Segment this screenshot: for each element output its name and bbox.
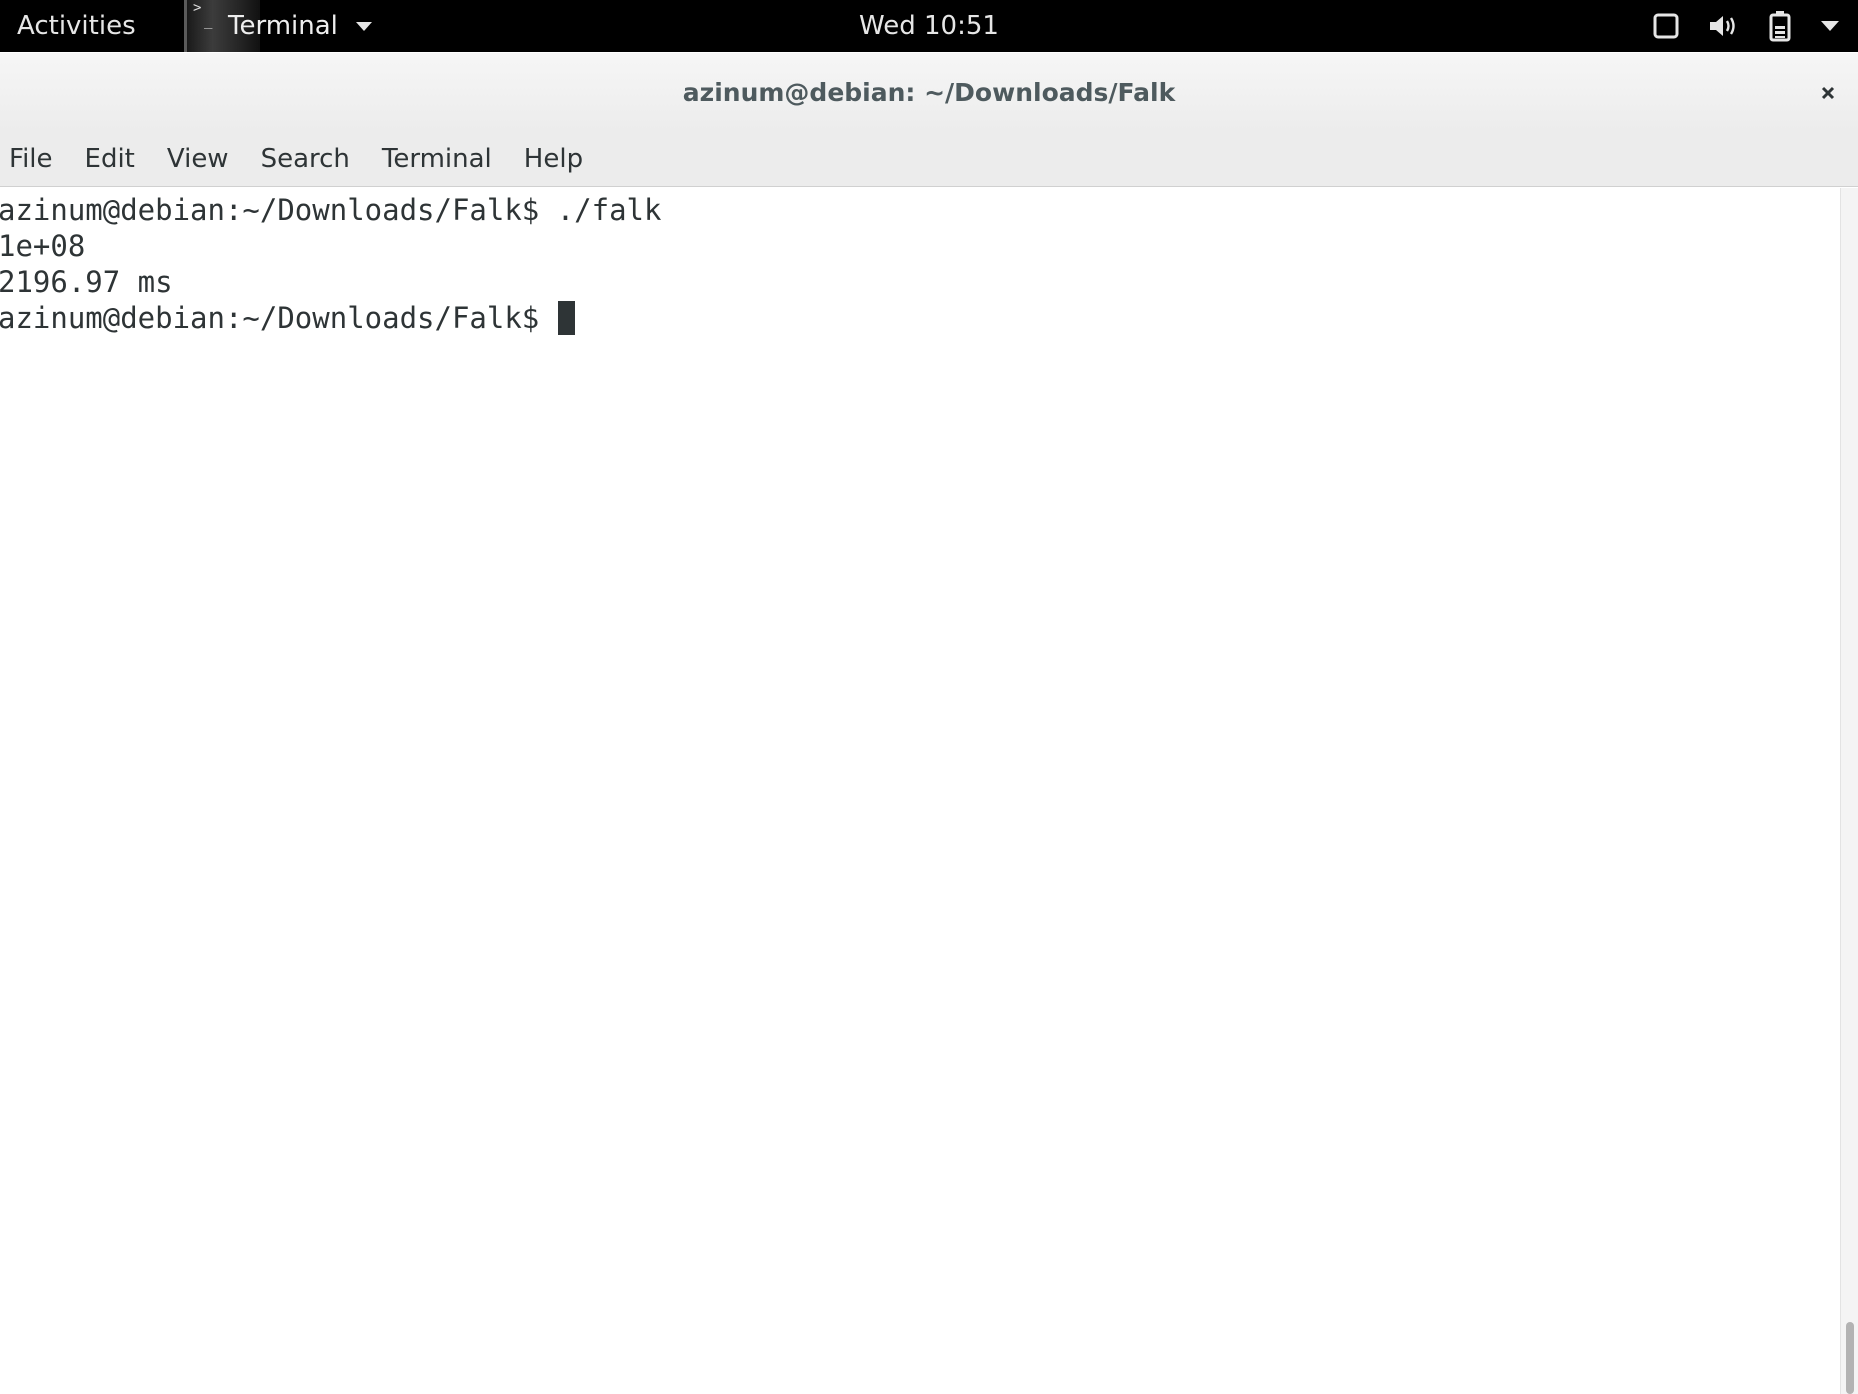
terminal-line: azinum@debian:~/Downloads/Falk$ ./falk — [0, 193, 662, 227]
window-titlebar[interactable]: azinum@debian: ~/Downloads/Falk — [0, 52, 1858, 132]
terminal-prompt: azinum@debian:~/Downloads/Falk$ — [0, 301, 557, 335]
menu-file[interactable]: File — [0, 132, 69, 187]
terminal-prompt-line: azinum@debian:~/Downloads/Falk$ — [0, 300, 575, 336]
terminal-output[interactable]: azinum@debian:~/Downloads/Falk$ ./falk 1… — [0, 188, 1840, 1394]
window-icon[interactable] — [1652, 12, 1680, 40]
chevron-down-icon — [356, 22, 372, 31]
window-title: azinum@debian: ~/Downloads/Falk — [682, 78, 1176, 107]
menu-search[interactable]: Search — [245, 132, 366, 187]
scrollbar-thumb[interactable] — [1846, 1322, 1854, 1394]
menu-help[interactable]: Help — [508, 132, 599, 187]
terminal-line: 2196.97 ms — [0, 265, 173, 299]
terminal-scrollbar[interactable] — [1840, 188, 1858, 1394]
text-cursor — [557, 301, 575, 335]
clock-label[interactable]: Wed 10:51 — [859, 11, 999, 41]
menu-edit[interactable]: Edit — [69, 132, 151, 187]
terminal-line: 1e+08 — [0, 229, 86, 263]
activities-button[interactable]: Activities — [17, 0, 136, 52]
menu-terminal[interactable]: Terminal — [366, 132, 508, 187]
system-menu-caret-icon[interactable] — [1820, 20, 1840, 32]
close-button[interactable] — [1814, 79, 1842, 107]
system-tray[interactable] — [1652, 0, 1840, 52]
close-icon — [1821, 86, 1835, 100]
top-bar: Activities > _ Terminal Wed 10:51 — [0, 0, 1858, 52]
app-menu-button[interactable]: > _ Terminal — [184, 0, 372, 52]
menu-view[interactable]: View — [151, 132, 245, 187]
volume-icon[interactable] — [1708, 12, 1740, 40]
menu-bar: File Edit View Search Terminal Help — [0, 132, 1858, 187]
app-menu-label: Terminal — [228, 11, 338, 41]
battery-icon[interactable] — [1768, 10, 1792, 42]
